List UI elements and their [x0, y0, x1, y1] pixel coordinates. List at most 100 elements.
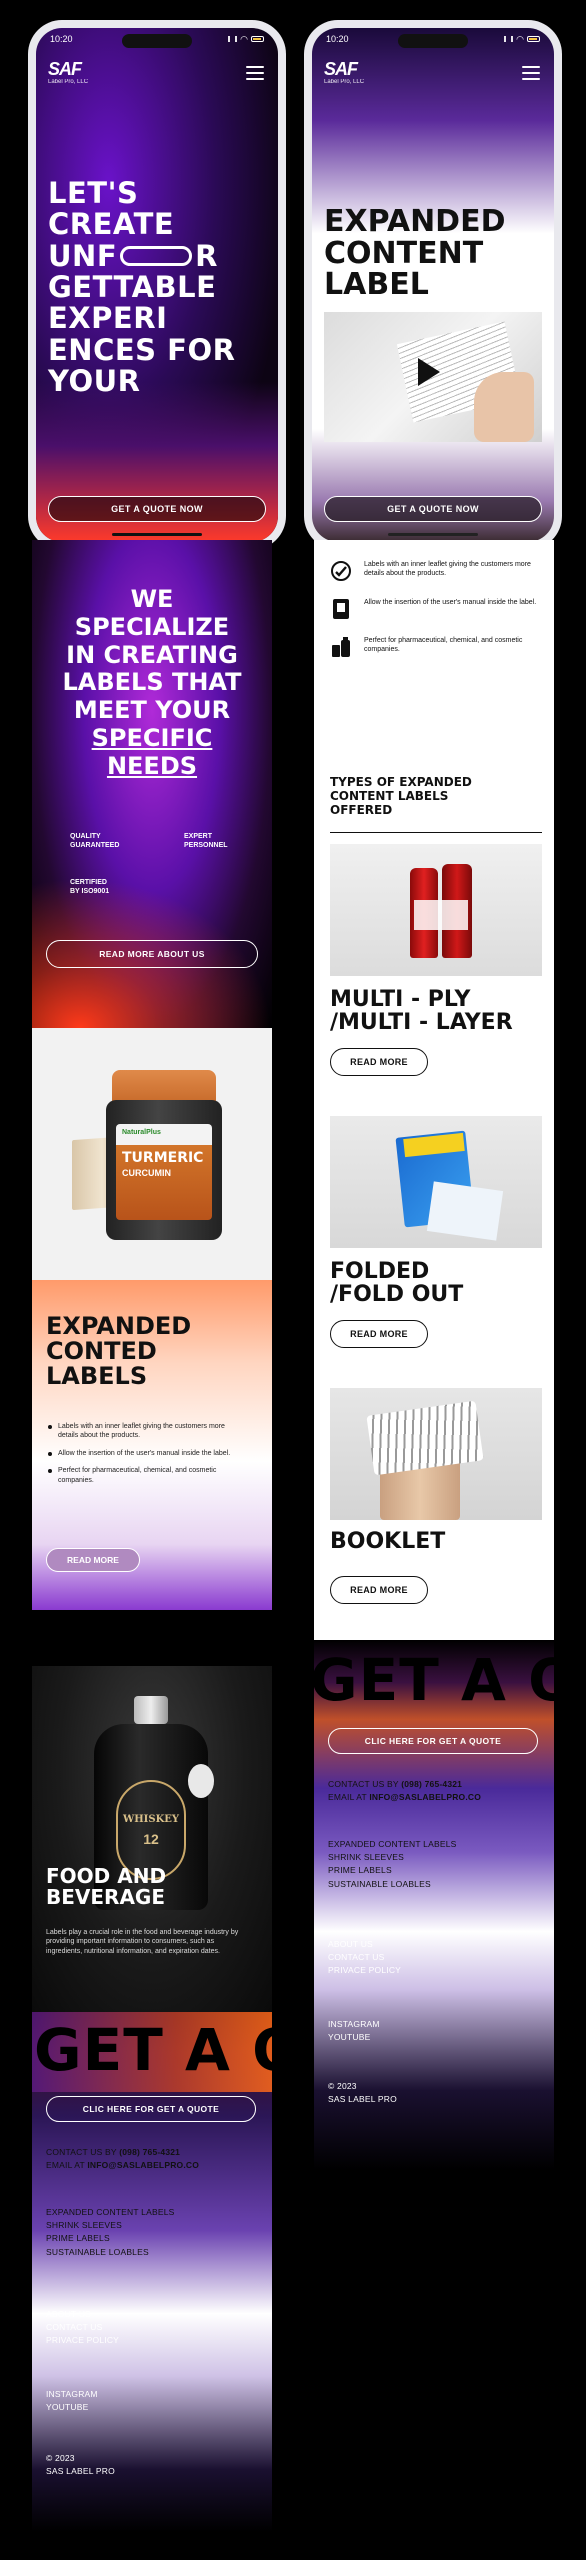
footer-big-heading: GET A Q	[314, 1646, 554, 1714]
specialize-heading: WE SPECIALIZE IN CREATING LABELS THAT ME…	[62, 585, 242, 780]
bottle-label-text: WHISKEY	[122, 1813, 180, 1825]
play-icon[interactable]	[418, 358, 440, 386]
phone-frame-product: 10:20 ◠ SAF Label Pro, LLC EXPANDED CONT…	[304, 20, 562, 550]
footer-email[interactable]: INFO@SASLABELPRO.CO	[87, 2160, 199, 2170]
wifi-icon: ◠	[240, 33, 248, 44]
food-card-body: Labels play a crucial role in the food a…	[46, 1929, 239, 1955]
footer-link[interactable]: SUSTAINABLE LOABLES	[328, 1878, 457, 1891]
get-quote-button[interactable]: GET A QUOTE NOW	[48, 496, 266, 522]
footer-link[interactable]: EXPANDED CONTENT LABELS	[46, 2206, 175, 2219]
signal-icon	[228, 36, 238, 42]
footer-link[interactable]: YOUTUBE	[46, 2401, 98, 2414]
footer-links: ABOUT US CONTACT US PRIVACE POLICY	[328, 1938, 401, 1978]
read-more-button[interactable]: READ MORE	[330, 1576, 428, 1604]
product-card: NaturalPlus TURMERIC CURCUMIN EXPANDED C…	[32, 1028, 272, 1610]
folded-image	[330, 1116, 542, 1248]
footer-link[interactable]: SHRINK SLEEVES	[46, 2219, 175, 2232]
footer-link[interactable]: SHRINK SLEEVES	[328, 1851, 457, 1864]
read-more-about-button[interactable]: READ MORE ABOUT US	[46, 940, 258, 968]
footer-quote-button[interactable]: CLIC HERE FOR GET A QUOTE	[328, 1728, 538, 1754]
read-more-button[interactable]: READ MORE	[330, 1320, 428, 1348]
types-section: Labels with an inner leaflet giving the …	[314, 540, 554, 1640]
footer-link[interactable]: INSTAGRAM	[328, 2018, 380, 2031]
footer-phone[interactable]: (098) 765-4321	[119, 2147, 180, 2157]
product-hero-screen: 10:20 ◠ SAF Label Pro, LLC EXPANDED CONT…	[312, 28, 554, 542]
footer-link[interactable]: PRIVACE POLICY	[328, 1964, 401, 1977]
jar-body: NaturalPlus TURMERIC CURCUMIN	[106, 1100, 222, 1240]
footer-products: EXPANDED CONTENT LABELS SHRINK SLEEVES P…	[328, 1838, 457, 1891]
phone-frame-hero: 10:20 ◠ SAF Label Pro, LLC LET'S CREATE …	[28, 20, 286, 550]
signal-icon	[504, 36, 514, 42]
footer-products: EXPANDED CONTENT LABELS SHRINK SLEEVES P…	[46, 2206, 175, 2259]
status-time: 10:20	[326, 34, 349, 44]
brand-mark: SAF	[48, 59, 82, 79]
footer-phone[interactable]: (098) 765-4321	[401, 1779, 462, 1789]
types-divider	[330, 832, 542, 833]
footer-big-heading: GET A Q	[34, 2016, 272, 2084]
footer-links: ABOUT US CONTACT US PRIVACE POLICY	[46, 2308, 119, 2348]
feature-text: Labels with an inner leaflet giving the …	[364, 561, 531, 578]
specialize-section: WE SPECIALIZE IN CREATING LABELS THAT ME…	[32, 540, 272, 1028]
footer-link[interactable]: ABOUT US	[46, 2308, 119, 2321]
footer-link[interactable]: YOUTUBE	[328, 2031, 380, 2044]
food-card-title: FOOD AND BEVERAGE	[46, 1864, 167, 1909]
stat-quality: QUALITY GUARANTEED	[70, 833, 120, 850]
jar-lid	[112, 1070, 216, 1104]
footer-link[interactable]: INSTAGRAM	[46, 2388, 98, 2401]
phone-notch	[398, 34, 468, 48]
menu-icon[interactable]	[246, 66, 264, 80]
footer-social: INSTAGRAM YOUTUBE	[328, 2018, 380, 2044]
product-video-thumbnail[interactable]	[324, 312, 542, 442]
brand-logo[interactable]: SAF Label Pro, LLC	[48, 60, 88, 85]
hero-heading: LET'S CREATE UNF R GETTABLE EXPERI ENCES …	[48, 176, 236, 398]
menu-icon[interactable]	[522, 66, 540, 80]
jar-brand: NaturalPlus	[122, 1129, 161, 1136]
footer-link[interactable]: ABOUT US	[328, 1938, 401, 1951]
footer-copyright: © 2023 SAS LABEL PRO	[46, 2453, 115, 2477]
footer-quote-button[interactable]: CLIC HERE FOR GET A QUOTE	[46, 2096, 256, 2122]
footer-link[interactable]: CONTACT US	[328, 1951, 401, 1964]
hero-screen: 10:20 ◠ SAF Label Pro, LLC LET'S CREATE …	[36, 28, 278, 542]
check-badge-icon	[330, 560, 352, 582]
brand-mark: SAF	[324, 59, 358, 79]
footer-link[interactable]: CONTACT US	[46, 2321, 119, 2334]
booklet-image	[330, 1388, 542, 1520]
jar-title: TURMERIC	[122, 1150, 204, 1166]
food-card: WHISKEY 12 FOOD AND BEVERAGE Labels play…	[32, 1666, 272, 2012]
multi-ply-image	[330, 844, 542, 976]
phone-notch	[122, 34, 192, 48]
footer-link[interactable]: SUSTAINABLE LOABLES	[46, 2246, 175, 2259]
footer-link[interactable]: PRIME LABELS	[46, 2232, 175, 2245]
status-time: 10:20	[50, 34, 73, 44]
battery-icon	[251, 36, 264, 42]
read-more-button[interactable]: READ MORE	[46, 1548, 140, 1572]
footer-contact: CONTACT US BY (098) 765-4321 EMAIL AT IN…	[328, 1779, 482, 1803]
type-title: FOLDED /FOLD OUT	[330, 1259, 464, 1308]
stat-certified: CERTIFIED BY ISO9001	[70, 879, 110, 896]
footer-link[interactable]: PRIVACE POLICY	[46, 2334, 119, 2347]
footer-copyright: © 2023 SAS LABEL PRO	[328, 2081, 397, 2105]
read-more-button[interactable]: READ MORE	[330, 1048, 428, 1076]
brand-logo[interactable]: SAF Label Pro, LLC	[324, 60, 364, 85]
bottles-icon	[330, 636, 352, 658]
footer-link[interactable]: PRIME LABELS	[328, 1864, 457, 1877]
jar-sub: CURCUMIN	[122, 1168, 171, 1178]
battery-icon	[527, 36, 540, 42]
brand-name: Label Pro, LLC	[324, 79, 365, 85]
bullet-text: Perfect for pharmaceutical, chemical, an…	[58, 1467, 217, 1484]
product-card-title: EXPANDED CONTED LABELS	[46, 1312, 192, 1391]
footer-email[interactable]: INFO@SASLABELPRO.CO	[369, 1792, 481, 1802]
home-indicator	[112, 533, 202, 536]
bullet-text: Allow the insertion of the user's manual…	[58, 1449, 231, 1457]
bottle-label-number: 12	[143, 1830, 159, 1847]
get-quote-button[interactable]: GET A QUOTE NOW	[324, 496, 542, 522]
type-title: BOOKLET	[330, 1529, 446, 1554]
brand-name: Label Pro, LLC	[48, 79, 89, 85]
footer-left: GET A Q CLIC HERE FOR GET A QUOTE CONTAC…	[32, 2012, 272, 2532]
footer-contact: CONTACT US BY (098) 765-4321 EMAIL AT IN…	[46, 2147, 200, 2171]
manual-book-icon	[330, 598, 352, 620]
feature-text: Allow the insertion of the user's manual…	[364, 599, 537, 606]
pill-shape-icon	[120, 246, 193, 267]
footer-link[interactable]: EXPANDED CONTENT LABELS	[328, 1838, 457, 1851]
product-hero-heading: EXPANDED CONTENT LABEL	[324, 204, 506, 302]
